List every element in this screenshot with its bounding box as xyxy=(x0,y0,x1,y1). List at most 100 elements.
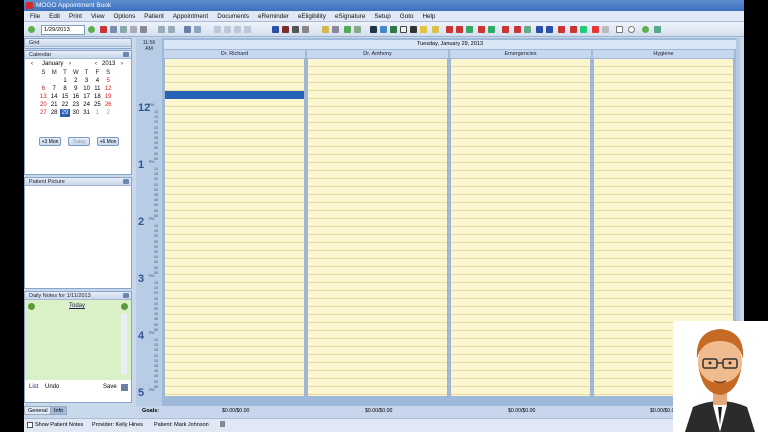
grid-icon[interactable] xyxy=(194,26,201,33)
calendar-day[interactable]: 5 xyxy=(103,77,114,85)
minus-months-button[interactable]: +3 Mon xyxy=(39,137,61,146)
calendar-day[interactable]: 8 xyxy=(60,85,71,93)
notes-editor[interactable]: Today xyxy=(25,300,131,380)
note-icon[interactable] xyxy=(420,26,427,33)
calendar-day[interactable]: 18 xyxy=(92,93,103,101)
next-day-icon[interactable] xyxy=(121,303,128,310)
flag-icon[interactable] xyxy=(592,26,599,33)
help-icon[interactable] xyxy=(546,26,553,33)
menu-edit[interactable]: Edit xyxy=(49,13,60,20)
calendar-day[interactable]: 24 xyxy=(81,101,92,109)
calendar-day[interactable]: 30 xyxy=(70,109,81,117)
calendar-day[interactable]: 14 xyxy=(49,93,60,101)
provider-header[interactable]: Emergencies xyxy=(450,50,591,58)
calendar-day[interactable]: 31 xyxy=(81,109,92,117)
calendar-day[interactable]: 7 xyxy=(49,85,60,93)
list-link[interactable]: List xyxy=(29,384,38,390)
edit-icon[interactable] xyxy=(234,26,241,33)
refresh-icon[interactable] xyxy=(654,26,661,33)
save-icon[interactable] xyxy=(121,384,128,391)
menu-patient[interactable]: Patient xyxy=(144,13,164,20)
menu-documents[interactable]: Documents xyxy=(217,13,249,20)
alert-icon[interactable] xyxy=(558,26,565,33)
calendar-day[interactable]: 3 xyxy=(81,77,92,85)
calendar-day[interactable]: 15 xyxy=(60,93,71,101)
next-month-icon[interactable]: › xyxy=(69,61,71,67)
calendar2-icon[interactable] xyxy=(456,26,463,33)
menu-view[interactable]: View xyxy=(91,13,105,20)
calendar-day[interactable]: 22 xyxy=(60,101,71,109)
cut-icon[interactable] xyxy=(120,26,127,33)
move-icon[interactable] xyxy=(214,26,221,33)
info-icon[interactable] xyxy=(536,26,543,33)
notes-scrollbar[interactable] xyxy=(121,314,127,374)
prev-month-icon[interactable]: ‹ xyxy=(31,61,33,67)
menu-ereminder[interactable]: eReminder xyxy=(258,13,289,20)
zoom-out-icon[interactable] xyxy=(168,26,175,33)
pin-icon[interactable] xyxy=(123,179,129,184)
calendar-day[interactable]: 13 xyxy=(38,93,49,101)
zoom-in-icon[interactable] xyxy=(158,26,165,33)
drop-icon[interactable] xyxy=(380,26,387,33)
check-icon[interactable] xyxy=(244,26,251,33)
add-icon[interactable] xyxy=(466,26,473,33)
calendar-day[interactable]: 23 xyxy=(70,101,81,109)
calendar-day[interactable]: 6 xyxy=(38,85,49,93)
stop-icon[interactable] xyxy=(570,26,577,33)
calendar-day[interactable]: 26 xyxy=(103,101,114,109)
phone-icon[interactable] xyxy=(580,26,587,33)
tree-icon[interactable] xyxy=(344,26,351,33)
menu-esignature[interactable]: eSignature xyxy=(335,13,365,20)
provider-status[interactable]: Provider: Kelly Hines xyxy=(92,419,143,431)
calendar-day[interactable]: 12 xyxy=(103,85,114,93)
pin-icon[interactable] xyxy=(123,293,129,298)
calendar-day[interactable]: 25 xyxy=(92,101,103,109)
provider-header[interactable]: Dr. Anthony xyxy=(307,50,448,58)
save-link[interactable]: Save xyxy=(103,384,117,390)
printer-icon[interactable] xyxy=(602,26,609,33)
today-link[interactable]: Today xyxy=(69,303,85,309)
prev-year-icon[interactable]: ‹ xyxy=(95,61,97,67)
calendar-day[interactable]: 16 xyxy=(70,93,81,101)
pin-icon[interactable] xyxy=(123,52,129,57)
calendar-day[interactable]: 21 xyxy=(49,101,60,109)
show-notes-checkbox[interactable] xyxy=(27,422,33,428)
record-icon[interactable] xyxy=(292,26,299,33)
calendar-day[interactable]: 1 xyxy=(60,77,71,85)
calendar-day[interactable]: 11 xyxy=(92,85,103,93)
patient-status[interactable]: Patient: Mark Johnson xyxy=(154,419,209,431)
go-icon[interactable] xyxy=(88,26,95,33)
provider-column[interactable] xyxy=(307,59,448,396)
menu-goto[interactable]: Goto xyxy=(400,13,414,20)
paste-icon[interactable] xyxy=(140,26,147,33)
filter-icon[interactable] xyxy=(332,26,339,33)
globe-icon[interactable] xyxy=(642,26,649,33)
calendar-day[interactable]: 29 xyxy=(59,109,71,117)
blank-icon[interactable] xyxy=(616,26,623,33)
date-field[interactable]: 1/29/2013 xyxy=(41,25,85,35)
save-icon[interactable] xyxy=(110,26,117,33)
provider-header[interactable]: Hygiene xyxy=(593,50,734,58)
report-icon[interactable] xyxy=(302,26,309,33)
users-icon[interactable] xyxy=(272,26,279,33)
camera-icon[interactable] xyxy=(410,26,417,33)
close-appt-icon[interactable] xyxy=(514,26,521,33)
calendar-day[interactable]: 17 xyxy=(81,93,92,101)
calendar-day[interactable]: 9 xyxy=(70,85,81,93)
menu-setup[interactable]: Setup xyxy=(374,13,390,20)
shield-icon[interactable] xyxy=(390,26,397,33)
print-icon[interactable] xyxy=(100,26,107,33)
menu-options[interactable]: Options xyxy=(114,13,136,20)
today-button[interactable]: Today xyxy=(68,137,90,146)
calendar-day[interactable]: 1 xyxy=(92,109,103,117)
appointment-block[interactable] xyxy=(165,91,304,99)
calendar-day[interactable]: 10 xyxy=(81,85,92,93)
delete-icon[interactable] xyxy=(478,26,485,33)
calendar-day[interactable]: 2 xyxy=(70,77,81,85)
link-icon[interactable] xyxy=(224,26,231,33)
pen-icon[interactable] xyxy=(370,26,377,33)
copy-icon[interactable] xyxy=(130,26,137,33)
chart-icon[interactable] xyxy=(282,26,289,33)
doc-icon[interactable] xyxy=(432,26,439,33)
provider-header[interactable]: Dr. Richard xyxy=(164,50,305,58)
